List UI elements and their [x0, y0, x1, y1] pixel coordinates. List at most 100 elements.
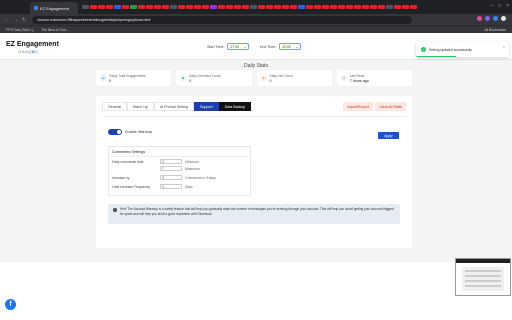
browser-tab-bar: EZ Engagement – □ × [0, 0, 512, 14]
bookmark-item[interactable]: FPTChat | BAILI |... [6, 28, 35, 32]
toast-message: Setting updated successfully [429, 47, 472, 52]
setting-row-max-limit: 7 Maximum [112, 166, 200, 171]
browser-tab-title: EZ Engagement [40, 5, 69, 11]
close-window-icon[interactable]: × [506, 3, 509, 9]
tab-warm-up[interactable]: Warm Up [126, 102, 154, 111]
stat-value: 7 hours ago [349, 78, 369, 83]
person-icon: ● [100, 75, 106, 81]
comment-icon: ■ [180, 75, 187, 81]
extension-icons [477, 16, 506, 21]
success-toast: ✓ Setting updated successfully × [416, 42, 509, 57]
settings-card: General Warm Up AI Prompt Setting Suppor… [96, 96, 412, 248]
clear-stats-button[interactable]: Clear All Stats [375, 102, 406, 111]
all-bookmarks-button[interactable]: All Bookmarks [484, 28, 506, 32]
max-comments-input[interactable]: 7 [160, 166, 182, 171]
warmup-info-text: Hint! The Account Warmup is a safety fea… [120, 207, 394, 216]
apply-button[interactable]: Apply [378, 132, 399, 139]
enable-warmup-label: Enable Warmup [125, 130, 153, 134]
daily-stats-title: Daily Stats [244, 63, 268, 69]
reload-icon[interactable]: ↻ [22, 17, 26, 23]
facebook-icon[interactable]: f [5, 299, 16, 310]
back-icon[interactable]: ← [4, 17, 9, 23]
nav-buttons: ← → ↻ [4, 17, 26, 23]
browser-tab-active[interactable]: EZ Engagement [30, 2, 78, 14]
min-comments-input[interactable]: 3 [160, 159, 182, 164]
chevron-down-icon: ⌄ [295, 44, 299, 49]
end-time-select[interactable]: 22:00 ⌄ [279, 43, 302, 50]
clock-icon: ◷ [340, 75, 347, 81]
start-time-control: Start Time: 07:00 ⌄ [207, 43, 250, 50]
address-bar-url: chrome-extension://flfnaqonnbehembinngee… [37, 17, 151, 22]
extension-favicon-icon [34, 6, 38, 10]
thumbnail-titlebar [456, 259, 510, 263]
setting-label: Limit Increase Frequency [112, 184, 151, 189]
minimize-icon[interactable]: – [490, 3, 493, 9]
end-time-value: 22:00 [282, 44, 291, 49]
stat-value: 0 [269, 78, 272, 83]
forward-icon[interactable]: → [13, 17, 18, 23]
close-icon[interactable]: × [503, 44, 505, 49]
stat-value: 0 [189, 78, 192, 83]
settings-tabs: General Warm Up AI Prompt Setting Suppor… [102, 102, 252, 111]
frequency-input[interactable]: 3 [160, 184, 182, 189]
brand-title: EZ Engagement [6, 41, 59, 48]
window-preview-thumbnail[interactable] [455, 258, 511, 296]
import-export-button[interactable]: Import/Export [343, 102, 373, 111]
comments-settings-panel: Comments Settings Daily comments limit: … [108, 146, 251, 196]
browser-tab-strip[interactable] [82, 5, 417, 9]
setting-unit: Maximum [185, 166, 200, 171]
profile-avatar[interactable] [501, 16, 506, 21]
version-number: v1.8.6 [18, 50, 28, 54]
tab-data-backup[interactable]: Data Backup [218, 102, 252, 111]
start-time-value: 07:00 [230, 44, 239, 49]
setting-row-min-limit: Daily comments limit: 3 Minimum [112, 159, 199, 164]
divider [109, 156, 250, 157]
enable-warmup-toggle[interactable] [108, 129, 122, 135]
stats-row: ● Today Total Engagements 0 ■ Daily Comme… [96, 70, 412, 86]
address-bar[interactable]: chrome-extension://flfnaqonnbehembinngee… [32, 15, 413, 24]
stat-card-engagements: ● Today Total Engagements 0 [96, 70, 172, 86]
setting-unit: Minimum [185, 159, 199, 164]
extension-icon[interactable] [493, 16, 498, 21]
warmup-info-box: i Hint! The Account Warmup is a safety f… [108, 204, 400, 224]
window-controls: – □ × [490, 3, 509, 9]
setting-row-frequency: Limit Increase Frequency 3 Days [112, 184, 193, 189]
increase-by-input[interactable]: 3 [160, 175, 182, 180]
end-time-control: End Time: 22:00 ⌄ [260, 43, 302, 50]
tab-ai-prompt-setting[interactable]: AI Prompt Setting [153, 102, 195, 111]
setting-unit: Days [185, 184, 193, 189]
version-link[interactable]: (CBC) [28, 50, 37, 54]
stat-label: Today Total Engagements [109, 73, 146, 78]
like-icon: ♥ [260, 75, 267, 81]
version-label: v1.8.6 (CBC) [18, 50, 38, 54]
browser-toolbar: ← → ↻ chrome-extension://flfnaqonnbehemb… [0, 14, 512, 25]
thumbnail-content [462, 267, 504, 291]
toast-progress-bar [416, 56, 456, 57]
stat-value: 0 [109, 78, 111, 83]
extension-icon[interactable] [477, 16, 482, 21]
setting-label: Increase by [112, 175, 130, 180]
divider [102, 116, 406, 117]
chevron-down-icon: ⌄ [243, 44, 247, 49]
stat-label: Daily Comment Count [189, 73, 221, 78]
setting-unit: Comments in 3 days [185, 175, 216, 180]
info-icon: i [113, 208, 117, 212]
start-time-label: Start Time: [207, 44, 225, 49]
maximize-icon[interactable]: □ [498, 3, 501, 9]
comments-settings-title: Comments Settings [112, 150, 146, 154]
start-time-select[interactable]: 07:00 ⌄ [227, 43, 250, 50]
stat-label: Daily Like Count [269, 73, 293, 78]
extension-icon[interactable] [485, 16, 490, 21]
setting-label: Daily comments limit: [112, 159, 145, 164]
tab-general[interactable]: General [102, 102, 127, 111]
tab-support[interactable]: Support [194, 102, 219, 111]
stat-card-likes: ♥ Daily Like Count 0 [256, 70, 332, 86]
stat-card-comments: ■ Daily Comment Count 0 [176, 70, 252, 86]
stat-card-last-read: ◷ Last Read 7 hours ago [336, 70, 412, 86]
bookmark-item[interactable]: The Best AI Tool... [41, 28, 68, 32]
check-icon: ✓ [421, 47, 426, 52]
bookmarks-bar: FPTChat | BAILI |... The Best AI Tool...… [0, 25, 512, 33]
stat-label: Last Read [349, 73, 365, 78]
setting-row-increase-by: Increase by 3 Comments in 3 days [112, 175, 216, 180]
page-footer-area [0, 262, 512, 320]
